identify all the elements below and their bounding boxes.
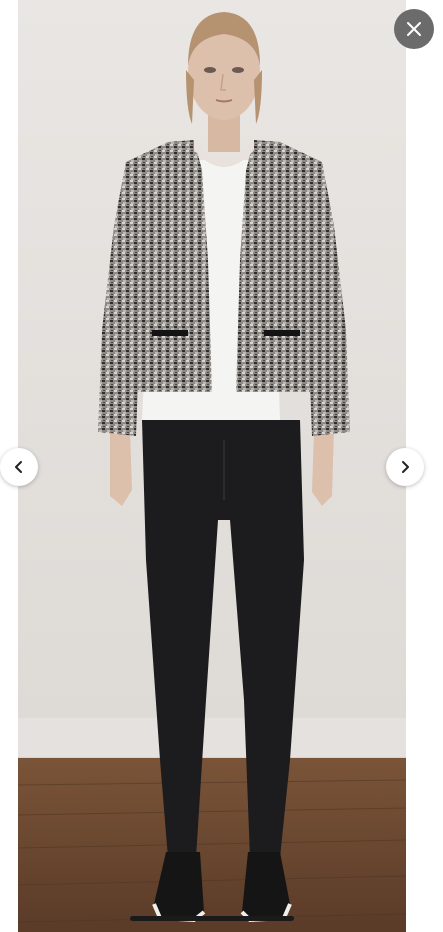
- chevron-left-icon: [12, 460, 26, 474]
- product-photo: [18, 0, 406, 932]
- chevron-right-icon: [398, 460, 412, 474]
- next-image-button[interactable]: [386, 448, 424, 486]
- image-viewer: [0, 0, 443, 932]
- previous-image-button[interactable]: [0, 448, 38, 486]
- close-icon: [405, 20, 423, 38]
- home-indicator[interactable]: [130, 916, 294, 921]
- close-button[interactable]: [394, 9, 434, 49]
- skirting: [18, 718, 406, 758]
- right-hand: [312, 430, 334, 506]
- left-hand: [110, 430, 132, 506]
